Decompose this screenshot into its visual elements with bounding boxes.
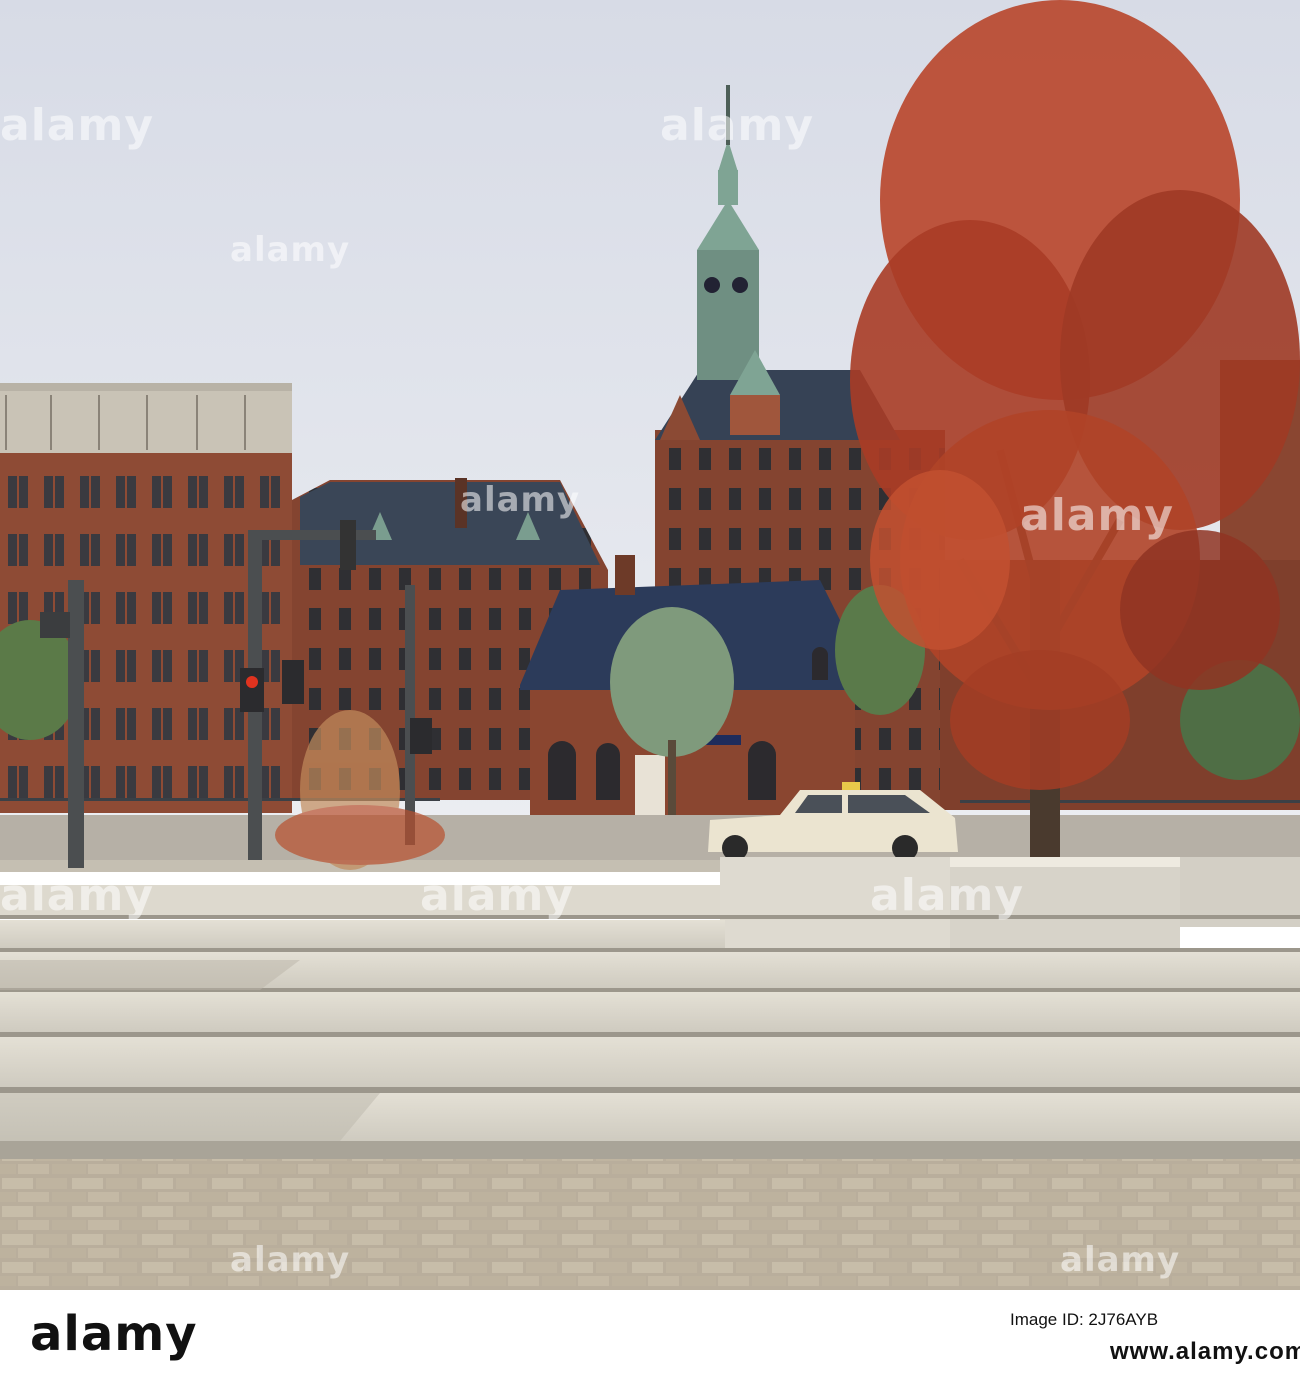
footer-bar: alamy Image ID: 2J76AYB www.alamy.com (0, 1290, 1300, 1379)
cobblestone-pavement (0, 1159, 1300, 1290)
green-tree (610, 607, 734, 757)
stone-bench (720, 857, 950, 949)
stone-planter (948, 857, 1180, 959)
alamy-logo[interactable]: alamy (30, 1306, 198, 1362)
photo: alamy alamy alamy alamy alamy alamy alam… (0, 0, 1300, 1290)
site-url[interactable]: www.alamy.com (1110, 1338, 1300, 1366)
image-id-label: Image ID: 2J76AYB (1010, 1310, 1159, 1329)
